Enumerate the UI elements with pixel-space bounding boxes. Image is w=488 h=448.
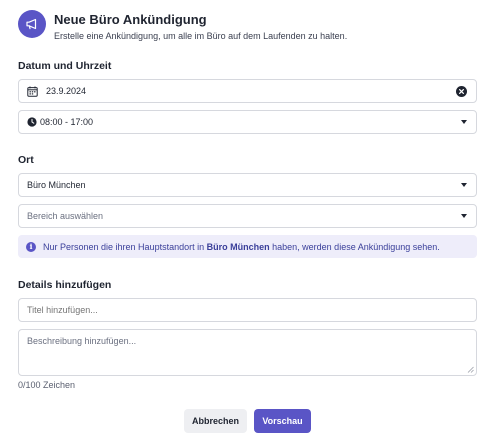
location-section-label: Ort: [18, 154, 34, 166]
date-time-section-label: Datum und Uhrzeit: [18, 60, 112, 72]
date-value: 23.9.2024: [46, 86, 87, 96]
description-textarea[interactable]: Beschreibung hinzufügen...: [18, 329, 477, 376]
preview-button[interactable]: Vorschau: [254, 409, 311, 433]
dialog-header: Neue Büro Ankündigung Erstelle eine Ankü…: [18, 10, 347, 41]
office-select[interactable]: Büro München: [18, 173, 477, 197]
office-value: Büro München: [27, 180, 86, 190]
dialog-title: Neue Büro Ankündigung: [54, 12, 207, 27]
clear-icon[interactable]: [456, 85, 467, 97]
info-prefix: Nur Personen die ihren Hauptstandort in: [43, 241, 205, 252]
info-suffix: haben, werden diese Ankündigung sehen.: [272, 241, 440, 252]
megaphone-icon: [18, 10, 46, 38]
time-select[interactable]: 08:00 - 17:00: [18, 110, 477, 134]
details-section-label: Details hinzufügen: [18, 279, 112, 291]
info-highlight: Büro München: [206, 241, 270, 252]
date-field[interactable]: 23.9.2024: [18, 79, 477, 103]
cancel-button[interactable]: Abbrechen: [184, 409, 247, 433]
description-placeholder: Beschreibung hinzufügen...: [27, 336, 137, 346]
area-select[interactable]: Bereich auswählen: [18, 204, 477, 228]
chevron-down-icon: [461, 183, 467, 187]
dialog-subtitle: Erstelle eine Ankündigung, um alle im Bü…: [54, 31, 348, 41]
char-counter: 0/100 Zeichen: [18, 380, 76, 390]
clock-icon: [27, 117, 37, 127]
info-text: Nur Personen die ihren Hauptstandort in …: [43, 242, 440, 252]
title-input[interactable]: [18, 298, 477, 322]
info-icon: i: [26, 241, 36, 252]
chevron-down-icon: [461, 214, 467, 218]
area-placeholder: Bereich auswählen: [27, 211, 104, 221]
chevron-down-icon: [461, 120, 467, 124]
time-value: 08:00 - 17:00: [40, 117, 94, 127]
resize-handle-icon[interactable]: [467, 366, 474, 373]
calendar-icon: [27, 86, 38, 97]
visibility-info-banner: i Nur Personen die ihren Hauptstandort i…: [18, 235, 477, 258]
